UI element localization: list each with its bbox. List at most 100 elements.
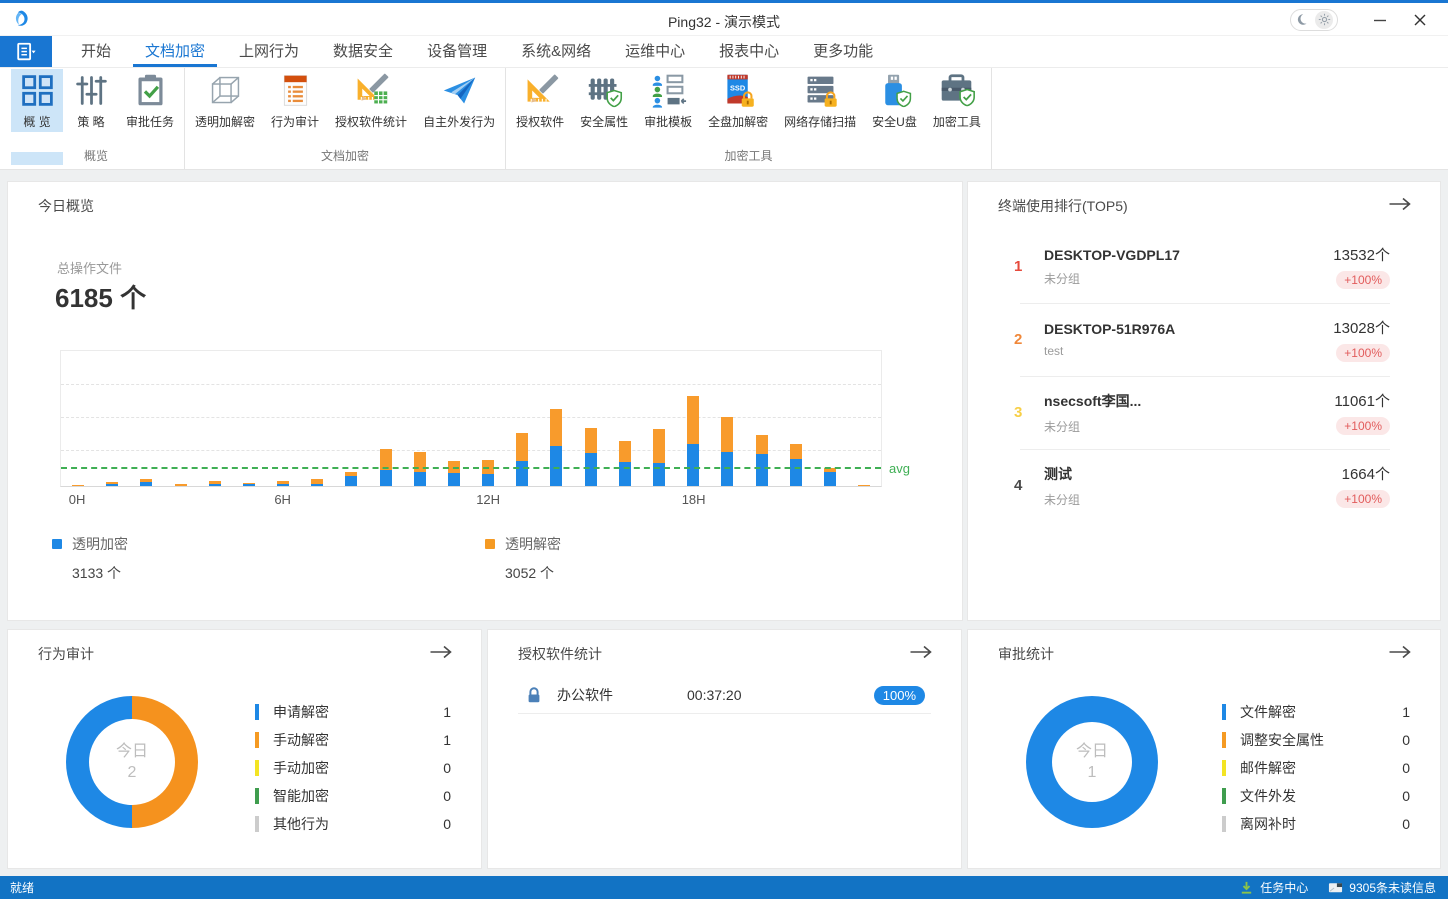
terminal-ranking-card: 终端使用排行(TOP5) 1 DESKTOP-VGDPL17 未分组 13532…: [968, 182, 1440, 620]
ribbon-button-label: 授权软件统计: [335, 113, 407, 130]
menu-tab-label: 运维中心: [625, 40, 685, 61]
legend-swatch: [255, 816, 259, 832]
menu-tab[interactable]: 运维中心: [613, 36, 697, 67]
menu-tab[interactable]: 文档加密: [133, 36, 217, 67]
avg-label: avg: [889, 461, 910, 476]
arrow-right-icon[interactable]: [909, 644, 933, 660]
terminal-count: 1664个: [1342, 463, 1390, 484]
ribbon-button-label: 审批任务: [126, 113, 174, 130]
ribbon-button[interactable]: 安全属性: [573, 69, 635, 132]
secure-usb-icon: [876, 72, 913, 109]
arrow-right-icon[interactable]: [1388, 196, 1412, 212]
ribbon-button-label: 自主外发行为: [423, 113, 495, 130]
ranking-row[interactable]: 2 DESKTOP-51R976A test 13028个 +100%: [968, 303, 1440, 376]
donut-center-value: 2: [128, 762, 137, 783]
menu-tab[interactable]: 设备管理: [415, 36, 499, 67]
menu-tab[interactable]: 上网行为: [227, 36, 311, 67]
ribbon-button-label: 概 览: [23, 113, 50, 130]
ribbon-button[interactable]: 安全U盘: [865, 69, 924, 132]
terminal-group: 未分组: [1044, 270, 1333, 287]
app-menu-button[interactable]: [0, 36, 52, 67]
legend-value: 0: [1402, 760, 1410, 776]
arrow-right-icon[interactable]: [429, 644, 453, 660]
terminal-count: 13532个: [1333, 244, 1390, 265]
menu-tab-label: 更多功能: [813, 40, 873, 61]
chart-bars: [61, 351, 881, 486]
theme-toggle[interactable]: [1290, 9, 1338, 31]
ribbon-group-document-encryption: 透明加解密 行为审计 授权软件统计 自主外发行为 文档加密: [185, 68, 506, 169]
overview-grid-icon: [19, 72, 56, 109]
software-percent-badge: 100%: [874, 686, 925, 705]
minimize-button[interactable]: [1360, 3, 1400, 36]
menu-tab[interactable]: 更多功能: [801, 36, 885, 67]
close-icon: [1413, 13, 1427, 27]
delta-badge: +100%: [1336, 271, 1390, 289]
ribbon-button[interactable]: 策 略: [65, 69, 117, 132]
close-button[interactable]: [1400, 3, 1440, 36]
legend-value: 0: [443, 788, 451, 804]
ribbon-button-label: 安全属性: [580, 113, 628, 130]
legend-swatch: [1222, 704, 1226, 720]
legend-row: 手动解密 1: [255, 726, 451, 754]
bar-13H: [505, 351, 539, 486]
ribbon-button[interactable]: 概 览: [11, 69, 63, 132]
menu-tab[interactable]: 系统&网络: [509, 36, 603, 67]
status-bar: 就绪 任务中心 9305条未读信息: [0, 876, 1448, 899]
menu-tab[interactable]: 数据安全: [321, 36, 405, 67]
bar-22H: [813, 351, 847, 486]
window-title: Ping32 - 演示模式: [0, 12, 1448, 32]
transparent-encrypt-icon: [207, 72, 244, 109]
audit-legend: 申请解密 1 手动解密 1 手动加密 0 智能加密: [255, 698, 451, 838]
ribbon-group-overview: 概 览 策 略 审批任务 概览: [8, 68, 185, 169]
menu-tab[interactable]: 报表中心: [707, 36, 791, 67]
legend-swatch: [255, 788, 259, 804]
approval-stats-card: 审批统计 今日 1 文件解密 1 调整安全属性 0: [968, 630, 1440, 868]
ribbon-button[interactable]: 授权软件统计: [328, 69, 414, 132]
approval-donut-chart: 今日 1: [1026, 696, 1158, 828]
legend-label: 文件外发: [1240, 786, 1296, 806]
menu-tabs: 开始 文档加密 上网行为 数据安全 设备管理 系统&网络 运维中心: [64, 36, 890, 67]
legend-label: 申请解密: [273, 702, 329, 722]
terminal-group: 未分组: [1044, 491, 1336, 508]
legend-label: 透明解密: [505, 534, 561, 554]
ribbon-button[interactable]: 全盘加解密: [701, 69, 775, 132]
ranking-row[interactable]: 3 nsecsoft李国... 未分组 11061个 +100%: [968, 376, 1440, 449]
total-files-label: 总操作文件: [57, 258, 122, 277]
legend-label: 智能加密: [273, 786, 329, 806]
legend-label: 手动解密: [273, 730, 329, 750]
bar-2H: [129, 351, 163, 486]
task-center-button[interactable]: 任务中心: [1239, 879, 1308, 896]
security-attribute-icon: [586, 72, 623, 109]
ranking-row[interactable]: 4 测试 未分组 1664个 +100%: [968, 449, 1440, 522]
menu-tab[interactable]: 开始: [69, 36, 123, 67]
legend-label: 透明加密: [72, 534, 128, 554]
bar-5H: [232, 351, 266, 486]
legend-swatch: [1222, 760, 1226, 776]
authorized-software-card: 授权软件统计 办公软件 00:37:20 100%: [488, 630, 961, 868]
x-tick-12H: 12H: [476, 492, 500, 507]
ribbon-button[interactable]: 审批模板: [637, 69, 699, 132]
ribbon-button[interactable]: 自主外发行为: [416, 69, 502, 132]
donut-center-label: 今日: [116, 741, 148, 762]
ranking-row[interactable]: 1 DESKTOP-VGDPL17 未分组 13532个 +100%: [968, 230, 1440, 303]
arrow-right-icon[interactable]: [1388, 644, 1412, 660]
ribbon-button[interactable]: 网络存储扫描: [777, 69, 863, 132]
legend-value: 0: [1402, 732, 1410, 748]
rank-number: 4: [1014, 477, 1044, 494]
card-title: 授权软件统计: [518, 644, 602, 664]
legend-swatch: [485, 539, 495, 549]
bar-14H: [539, 351, 573, 486]
ribbon-button[interactable]: 授权软件: [509, 69, 571, 132]
ribbon-button[interactable]: 加密工具: [926, 69, 988, 132]
ribbon-button[interactable]: 审批任务: [119, 69, 181, 132]
rank-number: 2: [1014, 331, 1044, 348]
ribbon-button[interactable]: 行为审计: [264, 69, 326, 132]
ribbon-button-label: 策 略: [77, 113, 104, 130]
legend-transparent-encrypt: 透明加密 3133 个: [52, 534, 128, 583]
bar-6H: [266, 351, 300, 486]
legend-value: 0: [1402, 816, 1410, 832]
ribbon-button[interactable]: 透明加解密: [188, 69, 262, 132]
avg-line: [61, 467, 881, 469]
unread-messages-button[interactable]: 9305条未读信息: [1328, 879, 1436, 896]
sun-toggle-active: [1315, 11, 1333, 29]
